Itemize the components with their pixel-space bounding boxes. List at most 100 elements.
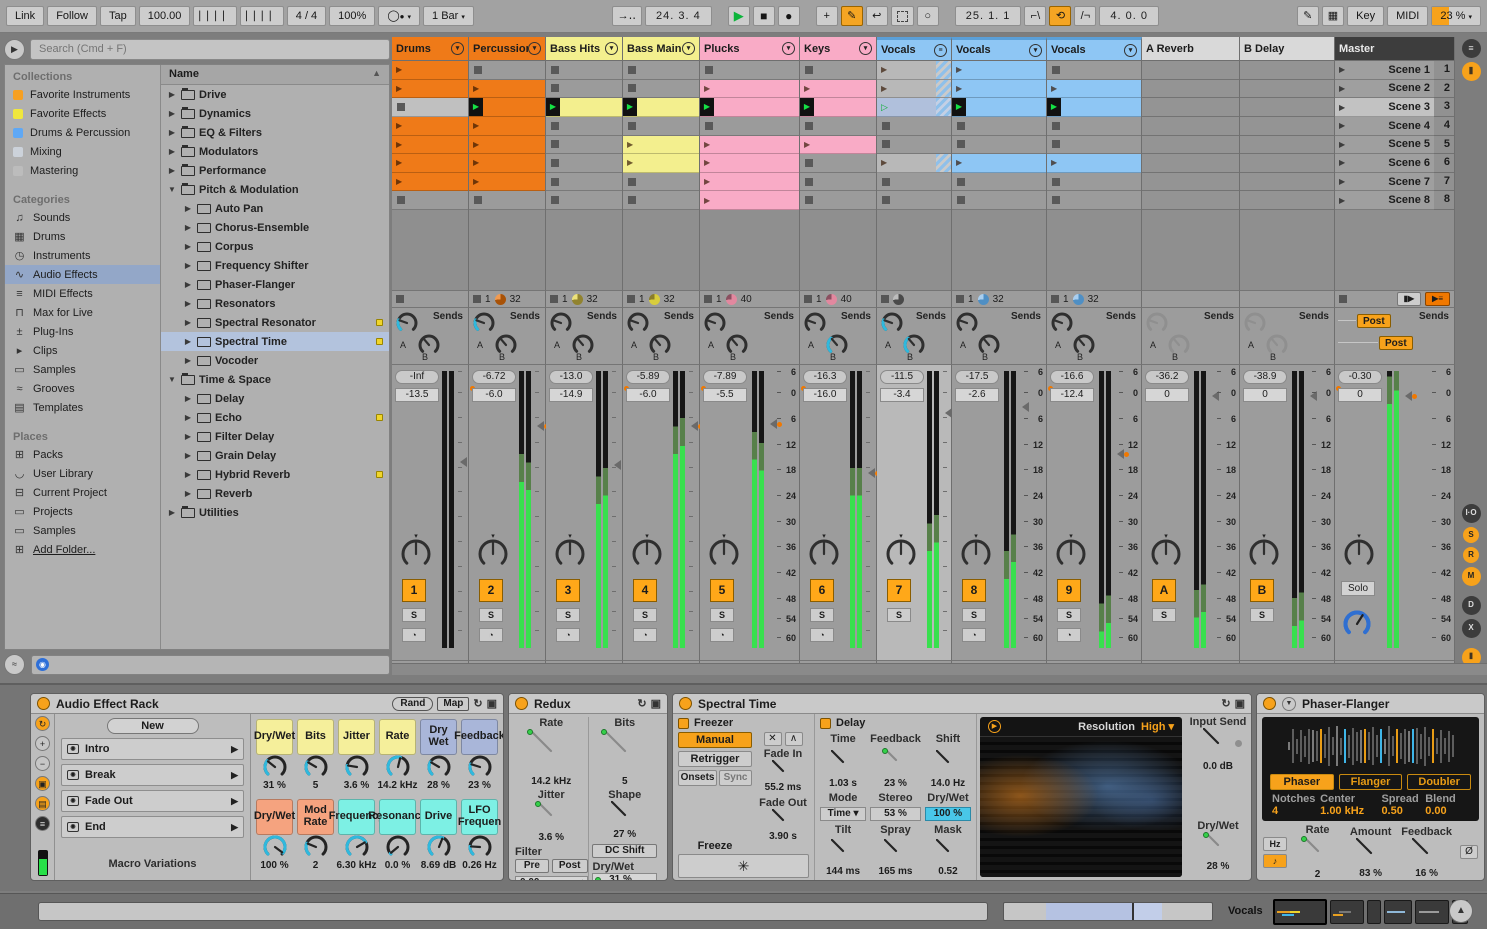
device-scrollbar[interactable] <box>38 902 988 921</box>
expand-arrow-icon[interactable]: ▶ <box>167 508 177 517</box>
empty-clip-slot[interactable] <box>546 79 622 99</box>
empty-clip-slot[interactable] <box>1240 191 1334 210</box>
clip-play-icon[interactable]: ▶ <box>396 84 402 93</box>
sidebar-item-drums[interactable]: ▦ Drums <box>5 227 160 246</box>
feedback-knob[interactable] <box>881 748 908 775</box>
device-on-button[interactable] <box>37 697 50 710</box>
launch-variation-icon[interactable]: ▶ <box>231 770 238 781</box>
pan-knob[interactable]: ▾ <box>1055 533 1087 572</box>
clip-slot[interactable]: ▶ <box>1047 98 1141 117</box>
track-header-keys[interactable]: Keys ▾ <box>800 37 877 61</box>
hot-swap-icon[interactable]: ↻ <box>473 697 482 710</box>
clip-playing-icon[interactable]: ▶ <box>800 98 814 116</box>
hot-swap-icon[interactable]: ↻ <box>637 697 646 710</box>
tree-item-performance[interactable]: ▶ Performance <box>161 161 389 180</box>
cue-button[interactable]: ◔ <box>810 628 834 642</box>
volume-field[interactable]: -2.6 <box>955 388 999 402</box>
volume-field[interactable]: -6.0 <box>626 388 670 402</box>
expand-arrow-icon[interactable]: ▶ <box>183 337 193 346</box>
group-icon[interactable]: ≡ <box>934 43 947 57</box>
empty-clip-slot[interactable] <box>700 116 799 136</box>
clip-play-icon[interactable]: ▶ <box>627 140 633 149</box>
solo-button[interactable]: S <box>633 608 657 622</box>
clip-slot[interactable]: ▶ <box>952 154 1046 173</box>
empty-clip-slot[interactable] <box>623 116 699 136</box>
empty-clip-slot[interactable] <box>800 61 876 80</box>
clip-slot[interactable]: ▶ <box>392 135 468 155</box>
ramp-button[interactable]: ∧ <box>784 732 803 746</box>
scene-8[interactable]: ▶ Scene 8 <box>1335 191 1434 210</box>
clip-slot[interactable]: ▶ <box>800 79 876 99</box>
track-header-bass-hits[interactable]: Bass Hits ▾ <box>546 37 623 61</box>
variation-break[interactable]: ◉ Break ▶ <box>61 764 244 786</box>
pan-knob[interactable]: ▾ <box>400 533 432 572</box>
peak-level[interactable]: -16.3 <box>803 370 847 384</box>
drywet-field[interactable]: 31 % <box>592 873 658 880</box>
expand-arrow-icon[interactable]: ▶ <box>183 413 193 422</box>
solo-button[interactable]: S <box>710 608 734 622</box>
tree-item-resonators[interactable]: ▶ Resonators <box>161 294 389 313</box>
send-a-knob[interactable] <box>473 312 495 334</box>
groove-pool-button[interactable]: ≈ <box>4 654 25 675</box>
solo-button[interactable]: Solo <box>1341 581 1375 596</box>
clip-stop-button[interactable] <box>957 121 965 130</box>
send-a-knob[interactable] <box>956 312 978 334</box>
tree-item-dynamics[interactable]: ▶ Dynamics <box>161 104 389 123</box>
browser-name-header[interactable]: Name ▲ <box>161 65 389 85</box>
track-activator[interactable]: A <box>1152 579 1176 602</box>
arrangement-position[interactable]: 24. 3. 4 <box>645 6 712 26</box>
tree-item-drive[interactable]: ▶ Drive <box>161 85 389 104</box>
clip-stop-button[interactable] <box>882 196 890 205</box>
macro-pad[interactable]: Feedback <box>454 719 503 755</box>
param-value[interactable]: 4 <box>1272 805 1320 817</box>
send-a-knob[interactable] <box>804 312 826 334</box>
volume-fader[interactable] <box>1400 390 1412 401</box>
clip-play-icon[interactable]: ▶ <box>956 84 962 93</box>
peak-level[interactable]: -Inf <box>395 370 439 384</box>
variation-intro[interactable]: ◉ Intro ▶ <box>61 738 244 760</box>
sidebar-item-samples[interactable]: ▭ Samples <box>5 360 160 379</box>
show-sends-toggle[interactable]: S <box>1463 527 1479 543</box>
stop-all-clips-button[interactable] <box>627 295 635 303</box>
pan-knob[interactable]: ▾ <box>808 533 840 572</box>
volume-field[interactable]: -14.9 <box>549 388 593 402</box>
clip-slot[interactable]: ▶ <box>469 154 545 173</box>
capture-midi-button[interactable] <box>890 6 914 26</box>
track-menu-icon[interactable]: ▾ <box>782 42 795 55</box>
midi-map-button[interactable]: MIDI <box>1387 6 1429 26</box>
tree-item-filter-delay[interactable]: ▶ Filter Delay <box>161 427 389 446</box>
clip-play-icon[interactable]: ▶ <box>881 84 887 93</box>
scene-5[interactable]: ▶ Scene 5 <box>1335 135 1434 155</box>
empty-clip-slot[interactable] <box>1047 116 1141 136</box>
clip-stop-button[interactable] <box>1052 121 1060 130</box>
sidebar-item-max-for-live[interactable]: ⊓ Max for Live <box>5 303 160 322</box>
clip-slot[interactable]: ▶ <box>392 79 468 99</box>
volume-field[interactable]: -5.5 <box>703 388 747 402</box>
session-scrollbar[interactable] <box>392 663 1487 675</box>
tree-item-spectral-time[interactable]: ▶ Spectral Time <box>161 332 389 351</box>
track-activator[interactable]: 8 <box>962 579 986 602</box>
clip-slot[interactable]: ▶ <box>1047 154 1141 173</box>
clip-stop-button[interactable] <box>1052 65 1060 74</box>
fold-button[interactable]: ▼ <box>1282 696 1296 711</box>
device-on-button[interactable] <box>515 697 528 710</box>
punch-out-button[interactable]: /¬ <box>1074 6 1097 26</box>
send-a-knob[interactable] <box>1244 312 1266 334</box>
peak-level[interactable]: -16.6 <box>1050 370 1094 384</box>
mode-flanger[interactable]: Flanger <box>1338 774 1403 790</box>
peak-level[interactable]: -38.9 <box>1243 370 1287 384</box>
cue-button[interactable]: ◔ <box>556 628 580 642</box>
expand-arrow-icon[interactable]: ▶ <box>167 147 177 156</box>
clip-slot[interactable]: ▶ <box>469 135 545 155</box>
loop-start-field[interactable]: 25. 1. 1 <box>954 6 1022 26</box>
sidebar-item-projects[interactable]: ▭ Projects <box>5 502 160 521</box>
clip-stop-button[interactable] <box>474 196 482 205</box>
send-a-knob[interactable] <box>1051 312 1073 334</box>
empty-clip-slot[interactable] <box>800 172 876 192</box>
scene-6[interactable]: ▶ Scene 6 <box>1335 154 1434 173</box>
macro-knob[interactable] <box>427 835 451 859</box>
rate-knob[interactable] <box>1300 836 1333 869</box>
clip-play-icon[interactable]: ▶ <box>473 158 479 167</box>
clip-stop-button[interactable] <box>957 196 965 205</box>
track-activator[interactable]: 4 <box>633 579 657 602</box>
